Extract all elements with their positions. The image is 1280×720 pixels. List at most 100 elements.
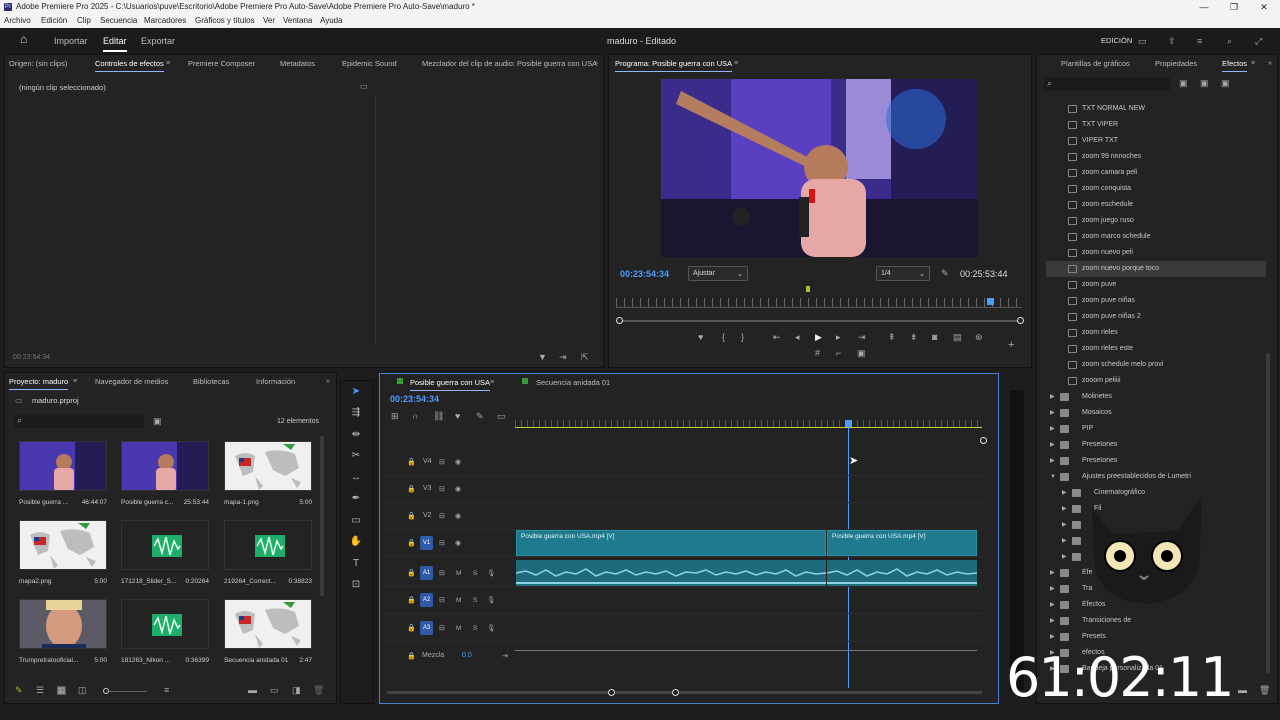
new-bin-icon[interactable]: ▭ [270, 686, 279, 695]
project-item-thumbnail[interactable] [121, 520, 209, 570]
tab-editar[interactable]: Editar [103, 36, 127, 52]
chevron-right-icon[interactable]: ▶ [1062, 485, 1067, 501]
project-item-thumbnail[interactable] [19, 441, 107, 491]
program-zoom-bar[interactable] [620, 320, 1020, 322]
timeline-timecode[interactable]: 00:23:54:34 [390, 394, 439, 404]
tab-propiedades[interactable]: Propiedades [1155, 59, 1197, 68]
mix-end-icon[interactable]: ⇥ [502, 652, 508, 661]
maximize-button[interactable]: ❐ [1218, 0, 1250, 14]
tab-sequence-nested[interactable]: Secuencia anidada 01 [536, 378, 610, 387]
menu-ayuda[interactable]: Ayuda [320, 16, 343, 25]
project-item-thumbnail[interactable] [121, 599, 209, 649]
workspace-label[interactable]: EDICIÓN [1101, 36, 1132, 45]
effects-folder[interactable]: ▶ Presetones [1046, 437, 1266, 453]
fullscreen-icon[interactable]: ⤢ [1255, 37, 1262, 46]
mute-button[interactable]: M [456, 596, 461, 605]
chevron-right-icon[interactable]: ▶ [1050, 405, 1055, 421]
chevron-right-icon[interactable]: ▶ [1050, 597, 1055, 613]
tab-plantillas[interactable]: Plantillas de gráficos [1061, 59, 1130, 68]
video-clip-1[interactable]: Posible guerra con USA.mp4 [V] [516, 530, 826, 556]
chevron-right-icon[interactable]: ▶ [1062, 517, 1067, 533]
menu-marcadores[interactable]: Marcadores [144, 16, 186, 25]
nest-icon[interactable]: ⊞ [391, 412, 399, 421]
icon-view-icon[interactable]: ▦ [57, 686, 66, 695]
project-item-thumbnail[interactable] [224, 520, 312, 570]
project-item-thumbnail[interactable] [224, 441, 312, 491]
chevron-right-icon[interactable]: ▶ [1062, 533, 1067, 549]
resolution-dropdown[interactable]: 1/4 ⌄ [876, 266, 930, 281]
project-item-thumbnail[interactable] [19, 520, 107, 570]
scroll-handle-right[interactable] [672, 689, 679, 696]
mix-volume-value[interactable]: 0.0 [462, 652, 472, 659]
caption-tool-icon[interactable]: ⊡ [348, 577, 364, 593]
tab-controles-efectos[interactable]: Controles de efectos [95, 59, 164, 72]
type-tool-icon[interactable]: T [348, 556, 364, 572]
tab-navegador[interactable]: Navegador de medios [95, 377, 168, 386]
effects-preset[interactable]: zoom puve niñas 2 [1046, 309, 1266, 325]
mute-button[interactable]: M [456, 569, 461, 578]
more-tabs-icon[interactable]: » [1268, 59, 1272, 68]
mark-in-icon[interactable]: { [722, 333, 725, 342]
accelerated-effects-icon[interactable]: ▣ [1179, 79, 1188, 88]
program-playhead[interactable] [986, 298, 994, 305]
zoom-handle-left[interactable] [616, 317, 623, 324]
mute-button[interactable]: M [456, 624, 461, 633]
step-forward-icon[interactable]: ▸ [836, 333, 841, 342]
delete-icon[interactable]: 🗑 [1259, 686, 1270, 695]
tab-efectos[interactable]: Efectos [1222, 59, 1248, 72]
new-item-icon[interactable]: ◨ [292, 686, 301, 695]
project-item-name[interactable]: mapa2.png [19, 578, 52, 585]
project-item-thumbnail[interactable] [224, 599, 312, 649]
effects-preset[interactable]: TXT VIPER [1046, 117, 1266, 133]
sequence-menu-icon[interactable]: ≡ [490, 378, 494, 387]
menu-ventana[interactable]: Ventana [283, 16, 312, 25]
safe-margins-icon[interactable]: # [815, 349, 820, 358]
compare-icon[interactable]: ▤ [953, 333, 962, 342]
program-title[interactable]: Programa: Posible guerra con USA [615, 59, 733, 72]
freeform-view-icon[interactable]: ◫ [78, 686, 87, 695]
tab-metadatos[interactable]: Metadatos [280, 59, 315, 68]
chevron-right-icon[interactable]: ▶ [1062, 549, 1067, 565]
tab-origen[interactable]: Origen: (sin clips) [9, 59, 67, 68]
eye-icon[interactable]: ◉ [455, 512, 461, 521]
work-area-bar[interactable] [515, 427, 982, 428]
thumb-size-slider[interactable] [109, 691, 147, 692]
effects-preset[interactable]: zoom eschedule [1046, 197, 1266, 213]
mark-out-icon[interactable]: } [741, 333, 744, 342]
play-icon[interactable]: ▶ [815, 333, 822, 342]
effects-preset[interactable]: zoom marco schedule [1046, 229, 1266, 245]
track-label-a2[interactable]: A2 [420, 593, 433, 607]
project-menu-icon[interactable]: ≡ [73, 377, 77, 386]
scroll-handle-left[interactable] [608, 689, 615, 696]
effects-preset[interactable]: VIPER TXT [1046, 133, 1266, 149]
sync-lock-icon[interactable]: ⊟ [439, 512, 445, 521]
razor-tool-icon[interactable]: ✂ [348, 448, 364, 464]
tab-exportar[interactable]: Exportar [141, 36, 175, 46]
vr-icon[interactable]: ⊛ [975, 333, 983, 342]
more-tabs-icon[interactable]: » [594, 59, 598, 68]
effects-preset[interactable]: zoom 99 nnnoches [1046, 149, 1266, 165]
chevron-right-icon[interactable]: ▶ [1050, 421, 1055, 437]
toggle-timeline-icon[interactable]: ▭ [360, 82, 368, 91]
filter-icon[interactable]: ▼ [538, 353, 547, 362]
menu-secuencia[interactable]: Secuencia [100, 16, 137, 25]
zoom-handle-right[interactable] [1017, 317, 1024, 324]
effects-scrollbar[interactable] [1266, 353, 1270, 673]
effects-folder[interactable]: ▶ Presets [1046, 629, 1266, 645]
add-marker-icon[interactable]: ♥ [455, 412, 460, 421]
microphone-icon[interactable]: 🎙 [487, 624, 495, 633]
sync-lock-icon[interactable]: ⊟ [439, 485, 445, 494]
audio-clip-2[interactable] [827, 560, 977, 586]
track-label-v4[interactable]: V4 [423, 458, 432, 465]
project-item-thumbnail[interactable] [121, 441, 209, 491]
lift-icon[interactable]: ⇞ [888, 333, 896, 342]
track-label-a3[interactable]: A3 [420, 621, 433, 635]
clear-icon[interactable]: 🗑 [313, 686, 324, 695]
timeline-playhead-head[interactable] [844, 420, 852, 427]
ripple-edit-tool-icon[interactable]: ⇹ [348, 427, 364, 443]
program-menu-icon[interactable]: ≡ [734, 59, 738, 68]
effects-menu-icon[interactable]: ≡ [1251, 59, 1255, 68]
new-bin-icon[interactable]: ▬ [1238, 686, 1247, 695]
step-back-icon[interactable]: ◂ [795, 333, 800, 342]
32bit-effects-icon[interactable]: ▣ [1200, 79, 1209, 88]
